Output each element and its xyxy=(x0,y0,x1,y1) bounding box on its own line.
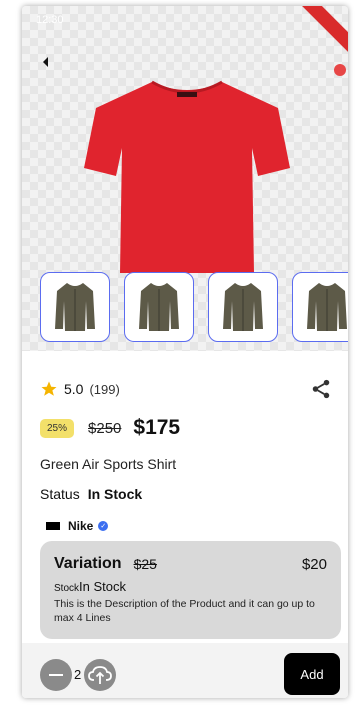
stock-status: Status In Stock xyxy=(40,486,142,502)
thumbnail-strip xyxy=(40,272,348,344)
thumbnail[interactable] xyxy=(124,272,194,342)
status-bar: 12:30 xyxy=(22,6,348,32)
price-row: 25% $250 $175 xyxy=(40,414,180,442)
old-price: $250 xyxy=(88,419,122,437)
variation-title: Variation xyxy=(54,555,122,572)
status-value: In Stock xyxy=(87,486,143,502)
product-image-area: 12:30 xyxy=(22,6,348,351)
variation-stock: StockIn Stock xyxy=(54,579,327,594)
minus-icon[interactable] xyxy=(40,659,72,691)
brand-name: Nike xyxy=(68,519,94,533)
variation-old-price: $25 xyxy=(133,556,157,572)
share-icon[interactable] xyxy=(310,378,332,400)
add-to-cart-button[interactable]: Add xyxy=(284,653,340,695)
rating-row: 5.0 (199) xyxy=(40,378,120,400)
product-screen: 12:30 5.0 (199) 25% $250 $175 Green Air … xyxy=(22,6,348,698)
cloud-glyph xyxy=(88,666,112,684)
thumbnail[interactable] xyxy=(40,272,110,342)
product-image xyxy=(84,80,290,273)
upload-cloud-icon[interactable] xyxy=(84,659,116,691)
jacket-thumb-icon xyxy=(139,283,179,331)
variation-stock-value: In Stock xyxy=(79,579,126,594)
variation-description: This is the Description of the Product a… xyxy=(54,598,315,624)
current-price: $175 xyxy=(133,416,181,439)
brand-logo xyxy=(46,522,60,530)
back-icon[interactable] xyxy=(36,52,56,72)
status-label: Status xyxy=(40,486,80,502)
variation-card[interactable]: Variation $25 $20 StockIn Stock This is … xyxy=(40,541,341,639)
jacket-thumb-icon xyxy=(55,283,95,331)
discount-badge: 25% xyxy=(40,418,75,438)
quantity-value: 2 xyxy=(74,667,82,682)
favorite-dot[interactable] xyxy=(334,64,346,76)
verified-icon: ✓ xyxy=(98,521,109,531)
brand-row[interactable]: Nike ✓ xyxy=(46,519,109,533)
rating-value: 5.0 xyxy=(64,381,84,397)
product-title: Green Air Sports Shirt xyxy=(40,456,177,472)
variation-price: $20 xyxy=(301,555,327,573)
jacket-thumb-icon xyxy=(223,283,263,331)
variation-stock-label: Stock xyxy=(54,583,80,594)
rating-count: (199) xyxy=(89,381,120,397)
cart-bar: 2 Add xyxy=(22,643,348,698)
star-icon xyxy=(41,381,57,396)
status-time: 12:30 xyxy=(36,14,64,26)
jacket-thumb-icon xyxy=(307,283,347,331)
thumbnail[interactable] xyxy=(208,272,278,342)
thumbnail[interactable] xyxy=(292,272,348,342)
